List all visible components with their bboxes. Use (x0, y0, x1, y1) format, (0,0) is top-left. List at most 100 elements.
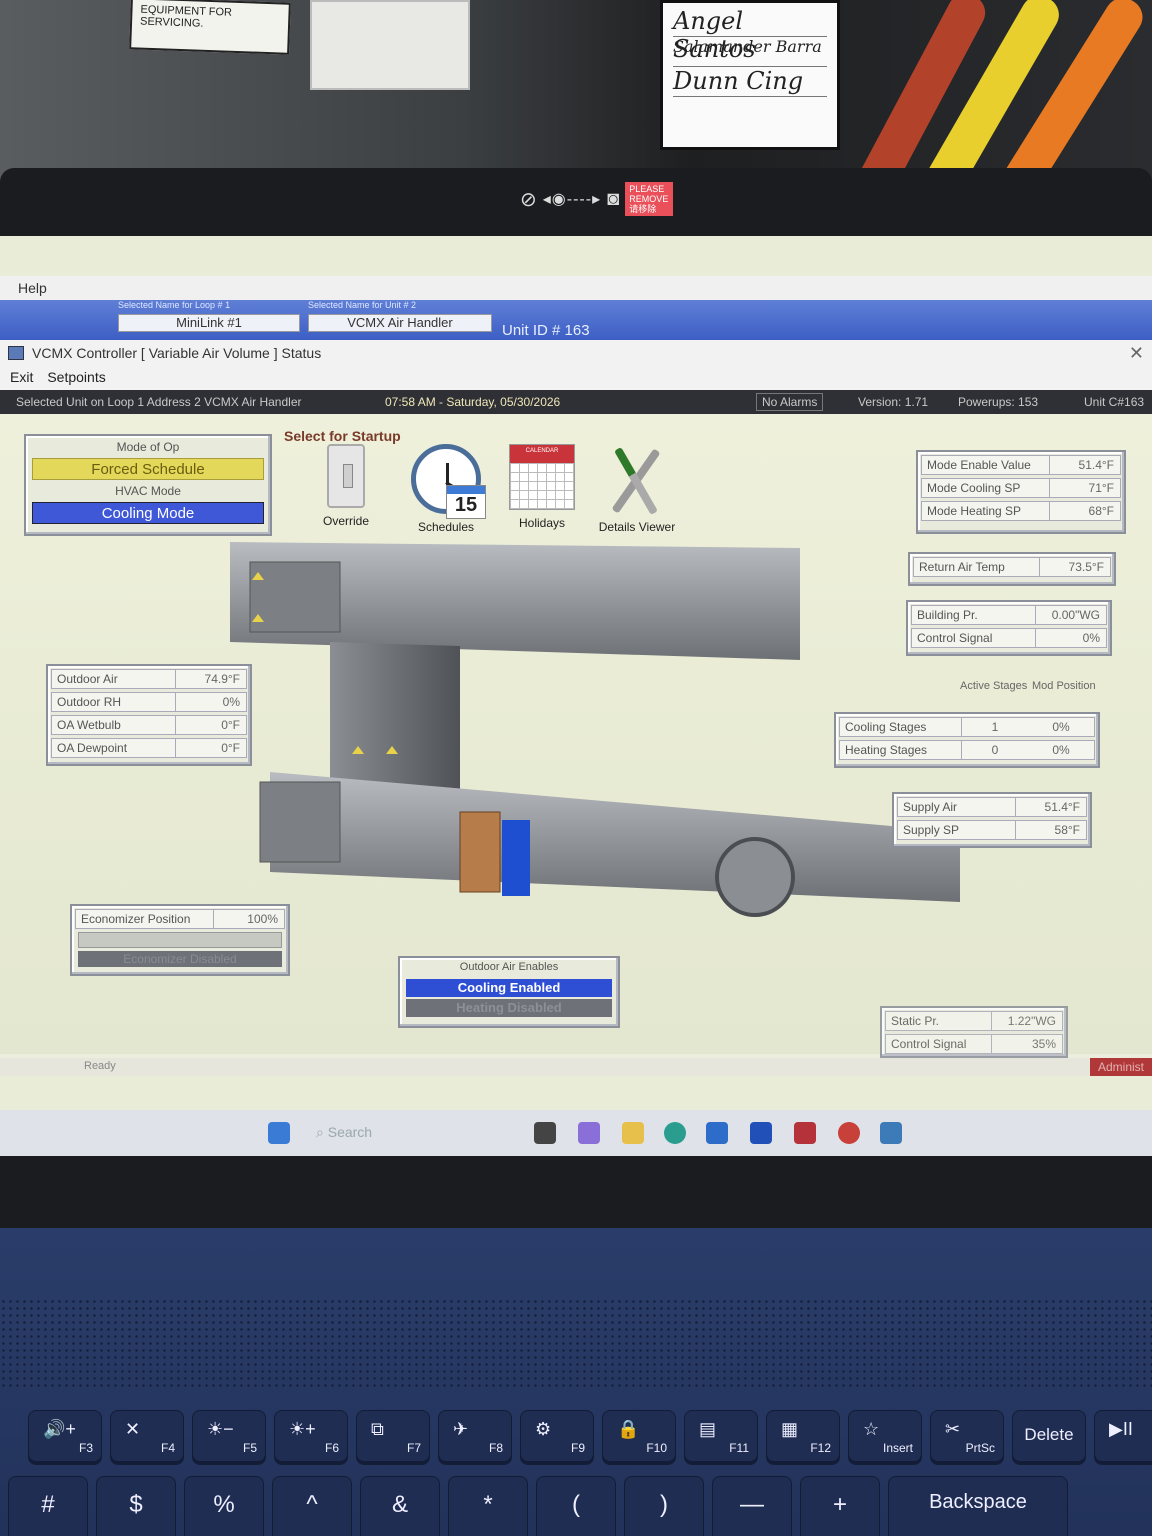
alarm-indicator[interactable]: No Alarms (756, 393, 824, 411)
fkey-f7[interactable]: ⧉ F7 (356, 1410, 430, 1462)
keyboard-deck: 🔊+ F3 ✕ F4 ☀− F5 ☀+ F6 ⧉ F7 ✈ F8 ⚙ F9 🔒 F10 ▤ F11 ▦ F12 ☆ Ins… (0, 1228, 1152, 1536)
webcam-shutter[interactable]: ⊘ ◂◉----▸ ◙ PLEASE REMOVE 请移除 (520, 180, 740, 218)
version: Version: 1.71 (858, 395, 929, 409)
tool-label: Schedules (417, 520, 475, 534)
status-content: Mode of Op Forced Schedule HVAC Mode Coo… (0, 414, 1152, 1058)
powerups: Powerups: 153 (958, 395, 1039, 409)
window-title: VCMX Controller [ Variable Air Volume ] … (32, 345, 322, 361)
override-tool[interactable]: Override (318, 444, 374, 528)
key-glyph-icon: ☀− (207, 1419, 234, 1439)
key-label: Backspace (929, 1491, 1027, 1513)
number-key[interactable]: # (8, 1476, 88, 1536)
taskbar-search[interactable]: ⌕ Search (316, 1124, 372, 1141)
calendar-day: 15 (446, 485, 486, 519)
remove-sticker: PLEASE REMOVE 请移除 (625, 182, 674, 216)
camera-icon: ◙ (607, 187, 620, 210)
setpoint-row[interactable]: Mode Cooling SP 71°F (921, 478, 1121, 498)
unit-name-field[interactable]: Selected Name for Unit # 2 VCMX Air Hand… (308, 300, 492, 332)
number-key[interactable]: ( (536, 1476, 616, 1536)
key-label: PrtSc (965, 1441, 995, 1455)
number-key[interactable]: ^ (272, 1476, 352, 1536)
building-row: Control Signal 0% (911, 628, 1107, 648)
app-l-icon[interactable] (750, 1122, 772, 1144)
key-glyph-icon: ☀+ (289, 1419, 316, 1439)
window-titlebar: VCMX Controller [ Variable Air Volume ] … (0, 340, 1152, 366)
app-m-icon[interactable] (794, 1122, 816, 1144)
static-row: Static Pr. 1.22"WG (885, 1011, 1063, 1031)
details-viewer-tool[interactable]: Details Viewer (592, 444, 682, 534)
store-icon[interactable] (706, 1122, 728, 1144)
fkey-f8[interactable]: ✈ F8 (438, 1410, 512, 1462)
fkey-delete[interactable]: Delete (1012, 1410, 1086, 1462)
number-key[interactable]: * (448, 1476, 528, 1536)
backspace-key[interactable]: Backspace (888, 1476, 1068, 1536)
electrical-box (310, 0, 470, 90)
key-label: F8 (488, 1441, 503, 1455)
copilot-icon[interactable] (578, 1122, 600, 1144)
menu-setpoints[interactable]: Setpoints (47, 369, 105, 387)
schedules-tool[interactable]: 15 Schedules (404, 444, 488, 534)
background-header: Selected Name for Loop # 1 MiniLink #1 S… (0, 300, 1152, 340)
building-pressure-panel: Building Pr. 0.00"WG Control Signal 0% (906, 600, 1112, 656)
supply-fan (715, 837, 795, 917)
vcmx-app-icon[interactable] (880, 1122, 902, 1144)
fkey-f5[interactable]: ☀− F5 (192, 1410, 266, 1462)
number-key[interactable]: % (184, 1476, 264, 1536)
key-glyph-icon: ☆ (863, 1419, 880, 1439)
key-label: $ (129, 1491, 143, 1518)
menu-exit[interactable]: Exit (10, 369, 33, 387)
camera-off-icon: ⊘ (520, 188, 537, 211)
fkey-prtsc[interactable]: ✂ PrtSc (930, 1410, 1004, 1462)
key-glyph-icon: ⧉ (371, 1419, 384, 1439)
mode-value[interactable]: Forced Schedule (32, 458, 264, 480)
key-label: — (740, 1491, 764, 1518)
number-key[interactable]: ) (624, 1476, 704, 1536)
fkey-f9[interactable]: ⚙ F9 (520, 1410, 594, 1462)
switch-icon (327, 444, 365, 508)
setpoint-row[interactable]: Mode Enable Value 51.4°F (921, 455, 1121, 475)
clock-icon: 15 (411, 444, 486, 519)
number-key[interactable]: — (712, 1476, 792, 1536)
number-key[interactable]: + (800, 1476, 880, 1536)
unit-code: Unit C#163 (1084, 395, 1145, 409)
start-icon[interactable] (268, 1122, 290, 1144)
key-label: F4 (160, 1441, 175, 1455)
loop-name-field[interactable]: Selected Name for Loop # 1 MiniLink #1 (118, 300, 300, 332)
outdoor-air-panel: Outdoor Air 74.9°F Outdoor RH 0% OA Wetbul… (46, 664, 252, 766)
window-statusbar: Ready Administ (0, 1058, 1152, 1076)
outdoor-air-enables-panel: Outdoor Air Enables Cooling Enabled Heat… (398, 956, 620, 1028)
key-label: F9 (570, 1441, 585, 1455)
key-label: F12 (810, 1441, 831, 1455)
damper-lower (259, 781, 341, 863)
fkey-f11[interactable]: ▤ F11 (684, 1410, 758, 1462)
fkey-f3[interactable]: 🔊+ F3 (28, 1410, 102, 1462)
fkey-f12[interactable]: ▦ F12 (766, 1410, 840, 1462)
fkey-f4[interactable]: ✕ F4 (110, 1410, 184, 1462)
supply-row: Supply Air 51.4°F (897, 797, 1087, 817)
edge-icon[interactable] (664, 1122, 686, 1144)
return-air-row: Return Air Temp 73.5°F (913, 557, 1111, 577)
menu-help[interactable]: Help (18, 280, 47, 296)
holidays-tool[interactable]: CALENDAR Holidays (506, 444, 578, 530)
close-icon[interactable]: ✕ (1129, 343, 1144, 364)
folder-icon[interactable] (622, 1122, 644, 1144)
status-strip: Selected Unit on Loop 1 Address 2 VCMX A… (0, 390, 1152, 414)
key-label: Insert (882, 1441, 913, 1455)
fkey-media[interactable]: ▶II (1094, 1410, 1152, 1462)
app-red-icon[interactable] (838, 1122, 860, 1144)
number-key[interactable]: & (360, 1476, 440, 1536)
number-key[interactable]: $ (96, 1476, 176, 1536)
outdoor-row: Outdoor Air 74.9°F (51, 669, 247, 689)
setpoint-row[interactable]: Mode Heating SP 68°F (921, 501, 1121, 521)
supply-row[interactable]: Supply SP 58°F (897, 820, 1087, 840)
sign-line: Angel Santos (673, 7, 827, 63)
background-menubar: Help (0, 276, 1152, 300)
sign-line: Dunn Cing (673, 67, 827, 97)
taskview-icon[interactable] (534, 1122, 556, 1144)
fkey-f10[interactable]: 🔒 F10 (602, 1410, 676, 1462)
fkey-insert[interactable]: ☆ Insert (848, 1410, 922, 1462)
key-glyph-icon: ▶II (1109, 1419, 1133, 1439)
hvac-value[interactable]: Cooling Mode (32, 502, 264, 524)
static-row: Control Signal 35% (885, 1034, 1063, 1054)
fkey-f6[interactable]: ☀+ F6 (274, 1410, 348, 1462)
